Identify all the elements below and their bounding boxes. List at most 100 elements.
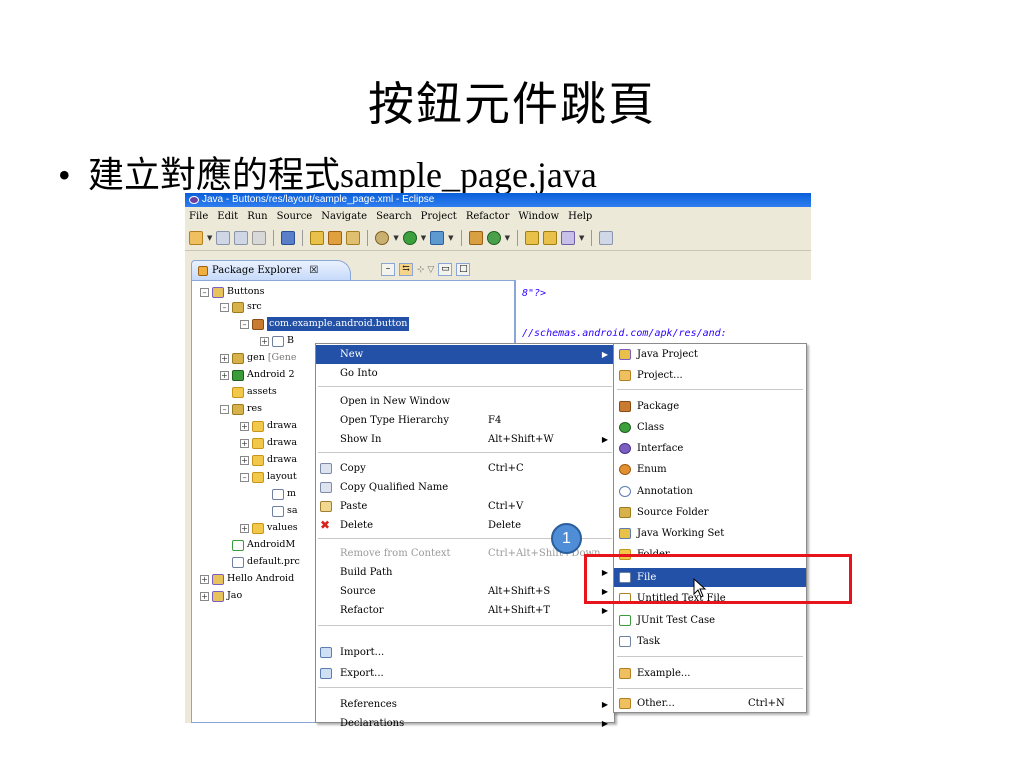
submenu-item-package[interactable]: Package bbox=[614, 397, 806, 416]
expand-icon[interactable]: + bbox=[200, 574, 209, 584]
new-class-circle-icon[interactable] bbox=[486, 230, 501, 245]
tree-item-hello[interactable]: + Hello Android bbox=[200, 572, 294, 586]
dropdown-arrow-icon[interactable]: ▼ bbox=[505, 234, 510, 242]
submenu-item-java-working-set[interactable]: Java Working Set bbox=[614, 524, 806, 543]
menu-project[interactable]: Project bbox=[421, 211, 457, 222]
menu-item-paste[interactable]: Paste Ctrl+V bbox=[316, 497, 614, 516]
view-menu-icon[interactable]: ⊹ ▽ bbox=[417, 265, 434, 275]
collapse-icon[interactable]: – bbox=[240, 472, 249, 482]
new-icon[interactable] bbox=[189, 230, 203, 245]
collapse-icon[interactable]: – bbox=[220, 302, 229, 312]
open-folder-icon[interactable] bbox=[524, 230, 539, 245]
menu-item-copy-qualified-name[interactable]: Copy Qualified Name bbox=[316, 478, 614, 497]
menu-item-go-into[interactable]: Go Into bbox=[316, 364, 614, 383]
menu-edit[interactable]: Edit bbox=[217, 211, 238, 222]
menu-refactor[interactable]: Refactor bbox=[466, 211, 510, 222]
pencil-icon[interactable] bbox=[560, 230, 575, 245]
new-class-icon[interactable] bbox=[346, 230, 361, 245]
new-java-project-icon[interactable] bbox=[310, 230, 325, 245]
submenu-item-annotation[interactable]: Annotation bbox=[614, 482, 806, 501]
tree-item-layout-m[interactable]: m bbox=[272, 487, 296, 501]
tree-item-b-file[interactable]: + B bbox=[260, 334, 294, 348]
expand-icon[interactable]: + bbox=[200, 591, 209, 601]
link-with-editor-icon[interactable]: ⇆ bbox=[399, 263, 413, 276]
print-icon[interactable] bbox=[252, 230, 267, 245]
menu-search[interactable]: Search bbox=[376, 211, 412, 222]
expand-icon[interactable]: + bbox=[220, 353, 229, 363]
expand-icon[interactable]: + bbox=[240, 438, 249, 448]
tree-item-assets[interactable]: assets bbox=[232, 385, 277, 399]
menu-source[interactable]: Source bbox=[277, 211, 313, 222]
menu-file[interactable]: File bbox=[189, 211, 208, 222]
dropdown-arrow-icon[interactable]: ▼ bbox=[207, 234, 212, 242]
submenu-item-task[interactable]: Task bbox=[614, 632, 806, 651]
menu-navigate[interactable]: Navigate bbox=[321, 211, 367, 222]
menu-item-show-in[interactable]: Show In Alt+Shift+W ▶ bbox=[316, 430, 614, 449]
debug-icon[interactable] bbox=[375, 230, 390, 245]
tree-item-manifest[interactable]: AndroidM bbox=[232, 538, 295, 552]
tree-item-layout[interactable]: – layout bbox=[240, 470, 297, 484]
tab-package-explorer[interactable]: Package Explorer ☒ bbox=[191, 260, 351, 280]
menu-item-build-path[interactable]: Build Path ▶ bbox=[316, 563, 614, 582]
submenu-item-example[interactable]: Example... bbox=[614, 664, 806, 683]
submenu-item-enum[interactable]: Enum bbox=[614, 460, 806, 479]
maximize-icon[interactable]: □ bbox=[456, 263, 471, 276]
save-all-icon[interactable] bbox=[234, 230, 249, 245]
tree-item-drawable2[interactable]: + drawa bbox=[240, 436, 297, 450]
expand-icon[interactable]: + bbox=[240, 523, 249, 533]
submenu-item-other[interactable]: Other... Ctrl+N bbox=[614, 694, 806, 713]
menu-item-open-new-window[interactable]: Open in New Window bbox=[316, 392, 614, 411]
close-icon[interactable]: ☒ bbox=[309, 265, 318, 276]
tree-item-drawable1[interactable]: + drawa bbox=[240, 419, 297, 433]
menu-item-new[interactable]: New ▶ bbox=[316, 345, 614, 364]
menu-item-copy[interactable]: Copy Ctrl+C bbox=[316, 459, 614, 478]
external-tools-icon[interactable] bbox=[430, 230, 445, 245]
tree-item-default-prop[interactable]: default.prc bbox=[232, 555, 300, 569]
tree-item-android2[interactable]: + Android 2 bbox=[220, 368, 295, 382]
menu-help[interactable]: Help bbox=[568, 211, 592, 222]
tree-item-layout-sa[interactable]: sa bbox=[272, 504, 298, 518]
menu-item-export[interactable]: Export... bbox=[316, 664, 614, 683]
tree-item-values[interactable]: + values bbox=[240, 521, 298, 535]
menu-item-declarations[interactable]: Declarations ▶ bbox=[316, 714, 614, 733]
submenu-item-interface[interactable]: Interface bbox=[614, 439, 806, 458]
menu-item-refactor[interactable]: Refactor Alt+Shift+T ▶ bbox=[316, 601, 614, 620]
submenu-item-junit-test-case[interactable]: JUnit Test Case bbox=[614, 611, 806, 630]
dropdown-arrow-icon[interactable]: ▼ bbox=[448, 234, 453, 242]
tree-item-jao[interactable]: + Jao bbox=[200, 589, 242, 603]
tree-item-res[interactable]: – res bbox=[220, 402, 262, 416]
new-package-icon[interactable] bbox=[328, 230, 343, 245]
open-folder-2-icon[interactable] bbox=[542, 230, 557, 245]
tree-item-package[interactable]: – com.example.android.button bbox=[240, 317, 410, 331]
dropdown-arrow-icon[interactable]: ▼ bbox=[421, 234, 426, 242]
tree-item-drawable3[interactable]: + drawa bbox=[240, 453, 297, 467]
submenu-item-java-project[interactable]: Java Project bbox=[614, 345, 806, 364]
tree-item-src[interactable]: – src bbox=[220, 300, 262, 314]
minimize-icon[interactable]: ▭ bbox=[438, 263, 453, 276]
collapse-icon[interactable]: – bbox=[220, 404, 229, 414]
open-type-icon[interactable] bbox=[468, 230, 483, 245]
save-icon[interactable] bbox=[216, 230, 231, 245]
run-icon[interactable] bbox=[402, 230, 417, 245]
menu-item-references[interactable]: References ▶ bbox=[316, 695, 614, 714]
dropdown-arrow-icon[interactable]: ▼ bbox=[579, 234, 584, 242]
tree-item-gen[interactable]: + gen [Gene bbox=[220, 351, 297, 365]
expand-icon[interactable]: + bbox=[260, 336, 269, 346]
submenu-item-project[interactable]: Project... bbox=[614, 366, 806, 385]
expand-icon[interactable]: + bbox=[220, 370, 229, 380]
tree-item-buttons[interactable]: – Buttons bbox=[200, 285, 264, 299]
expand-icon[interactable]: + bbox=[240, 421, 249, 431]
menu-run[interactable]: Run bbox=[247, 211, 267, 222]
submenu-item-class[interactable]: Class bbox=[614, 418, 806, 437]
menu-item-import[interactable]: Import... bbox=[316, 643, 614, 662]
menu-window[interactable]: Window bbox=[518, 211, 559, 222]
menu-item-source[interactable]: Source Alt+Shift+S ▶ bbox=[316, 582, 614, 601]
collapse-icon[interactable]: – bbox=[200, 287, 209, 297]
menu-item-open-type-hierarchy[interactable]: Open Type Hierarchy F4 bbox=[316, 411, 614, 430]
expand-icon[interactable]: + bbox=[240, 455, 249, 465]
submenu-item-source-folder[interactable]: Source Folder bbox=[614, 503, 806, 522]
search-icon[interactable] bbox=[599, 230, 614, 245]
collapse-icon[interactable]: – bbox=[240, 319, 249, 329]
dropdown-arrow-icon[interactable]: ▼ bbox=[393, 234, 398, 242]
collapse-all-icon[interactable]: – bbox=[381, 263, 395, 276]
